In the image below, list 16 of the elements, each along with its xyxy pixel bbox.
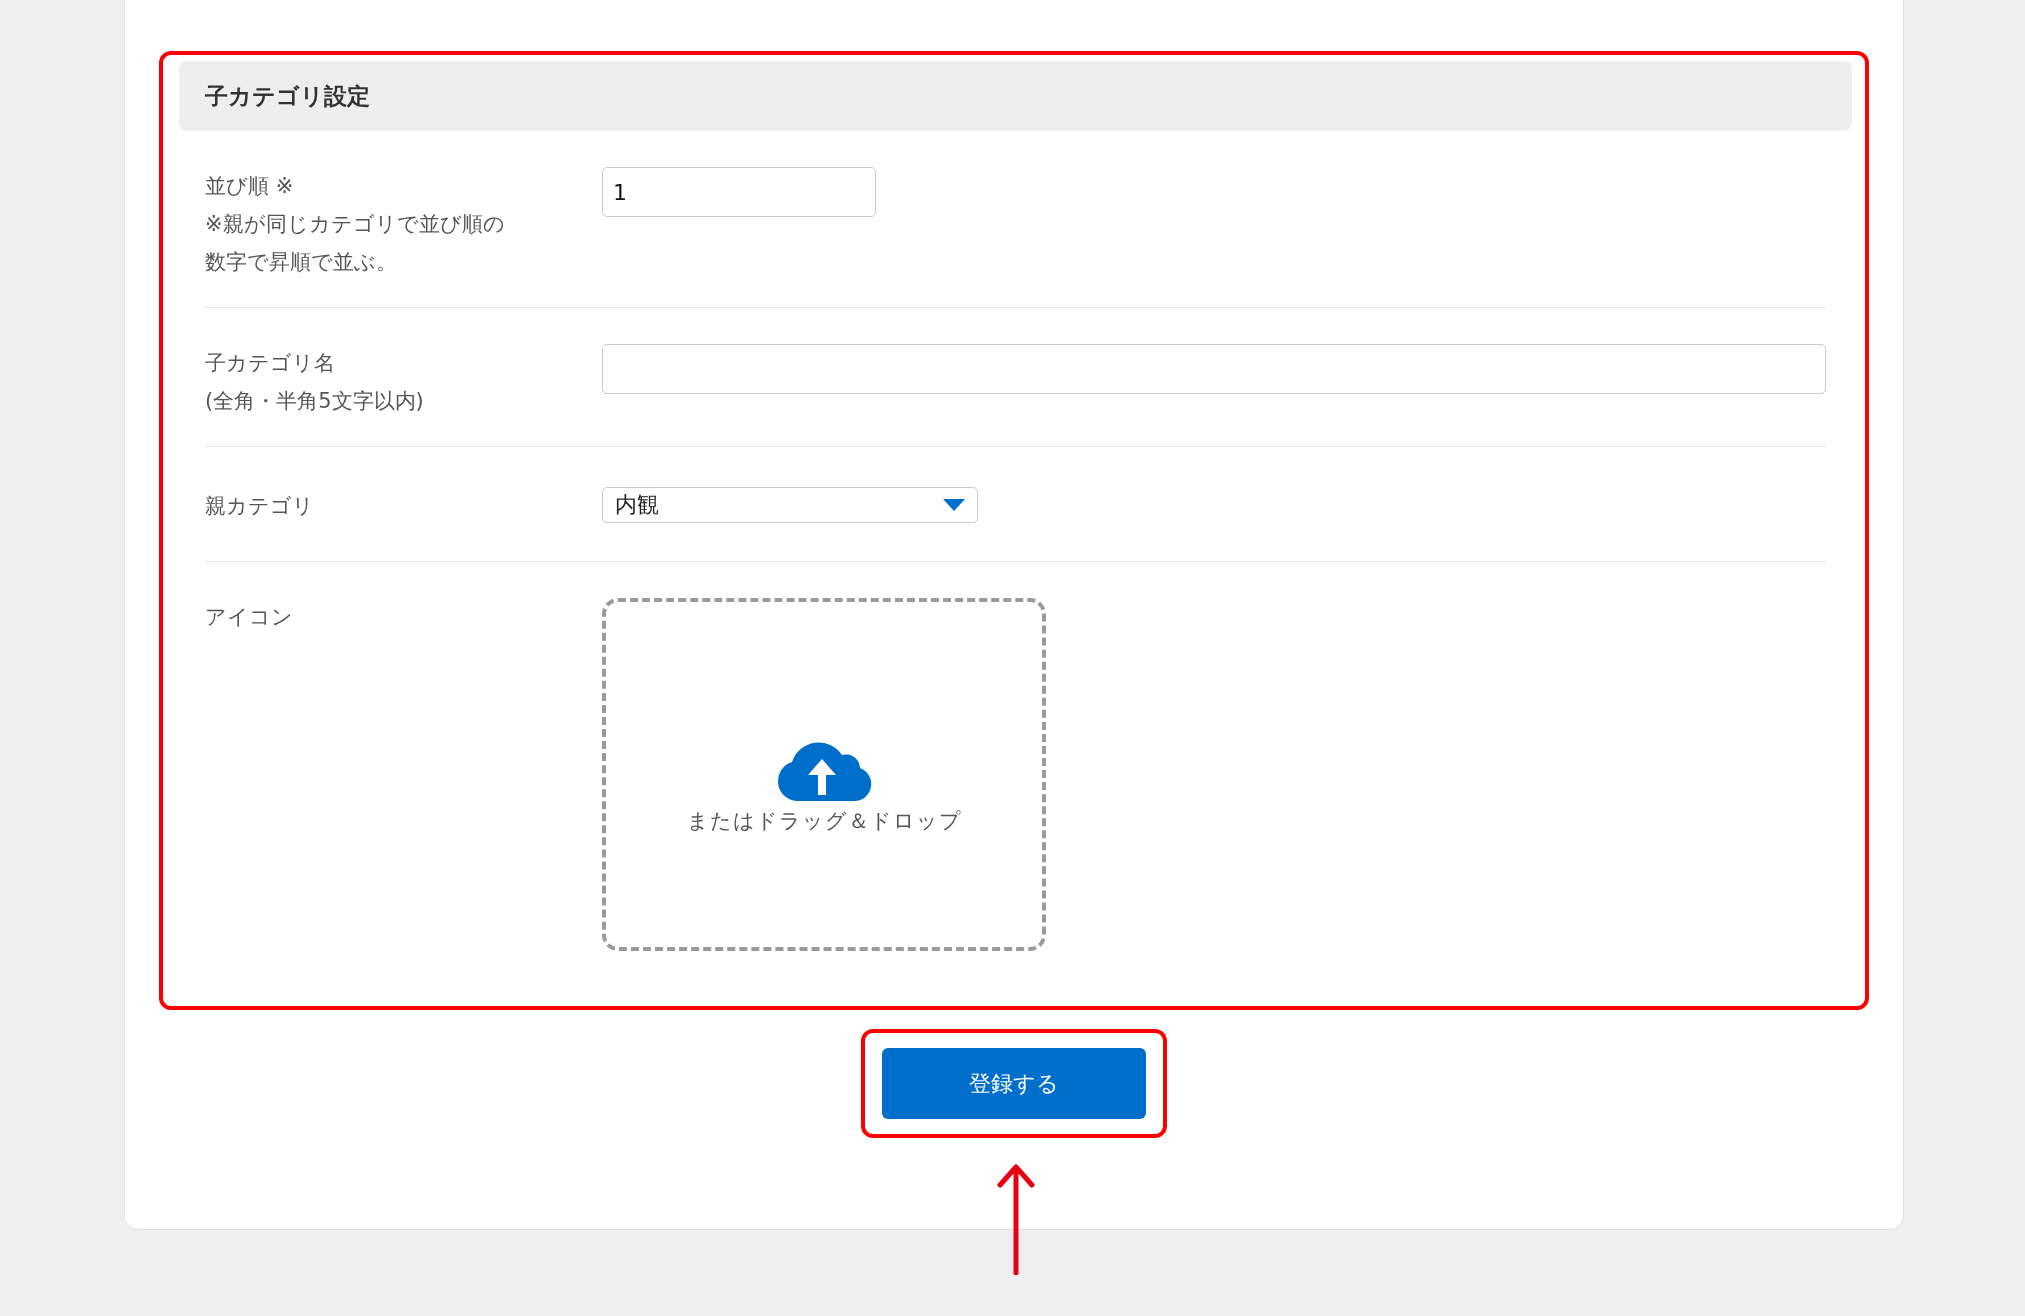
file-drop-zone[interactable]: またはドラッグ＆ドロップ <box>602 598 1046 951</box>
field-label: 子カテゴリ名 <box>205 350 336 377</box>
field-label: アイコン <box>205 604 294 631</box>
category-dropdown[interactable]: 内観 <box>602 487 978 523</box>
field-label: (全角・半角5文字以内) <box>205 388 425 415</box>
field-label: 数字で昇順で並ぶ。 <box>205 249 398 276</box>
text-input-field[interactable] <box>602 344 1826 394</box>
section-title: 子カテゴリ設定 <box>205 81 370 111</box>
submit-button[interactable]: 登録する <box>882 1048 1146 1119</box>
up-arrow-icon <box>996 1163 1036 1275</box>
number-input-field[interactable]: 1 <box>602 167 876 217</box>
drop-hint: またはドラッグ＆ドロップ <box>686 807 962 835</box>
field-label: 並び順 ※ <box>205 173 295 200</box>
caret-down-icon <box>943 499 965 511</box>
field-label: 親カテゴリ <box>205 493 315 520</box>
field-label: ※親が同じカテゴリで並び順の <box>205 211 506 238</box>
